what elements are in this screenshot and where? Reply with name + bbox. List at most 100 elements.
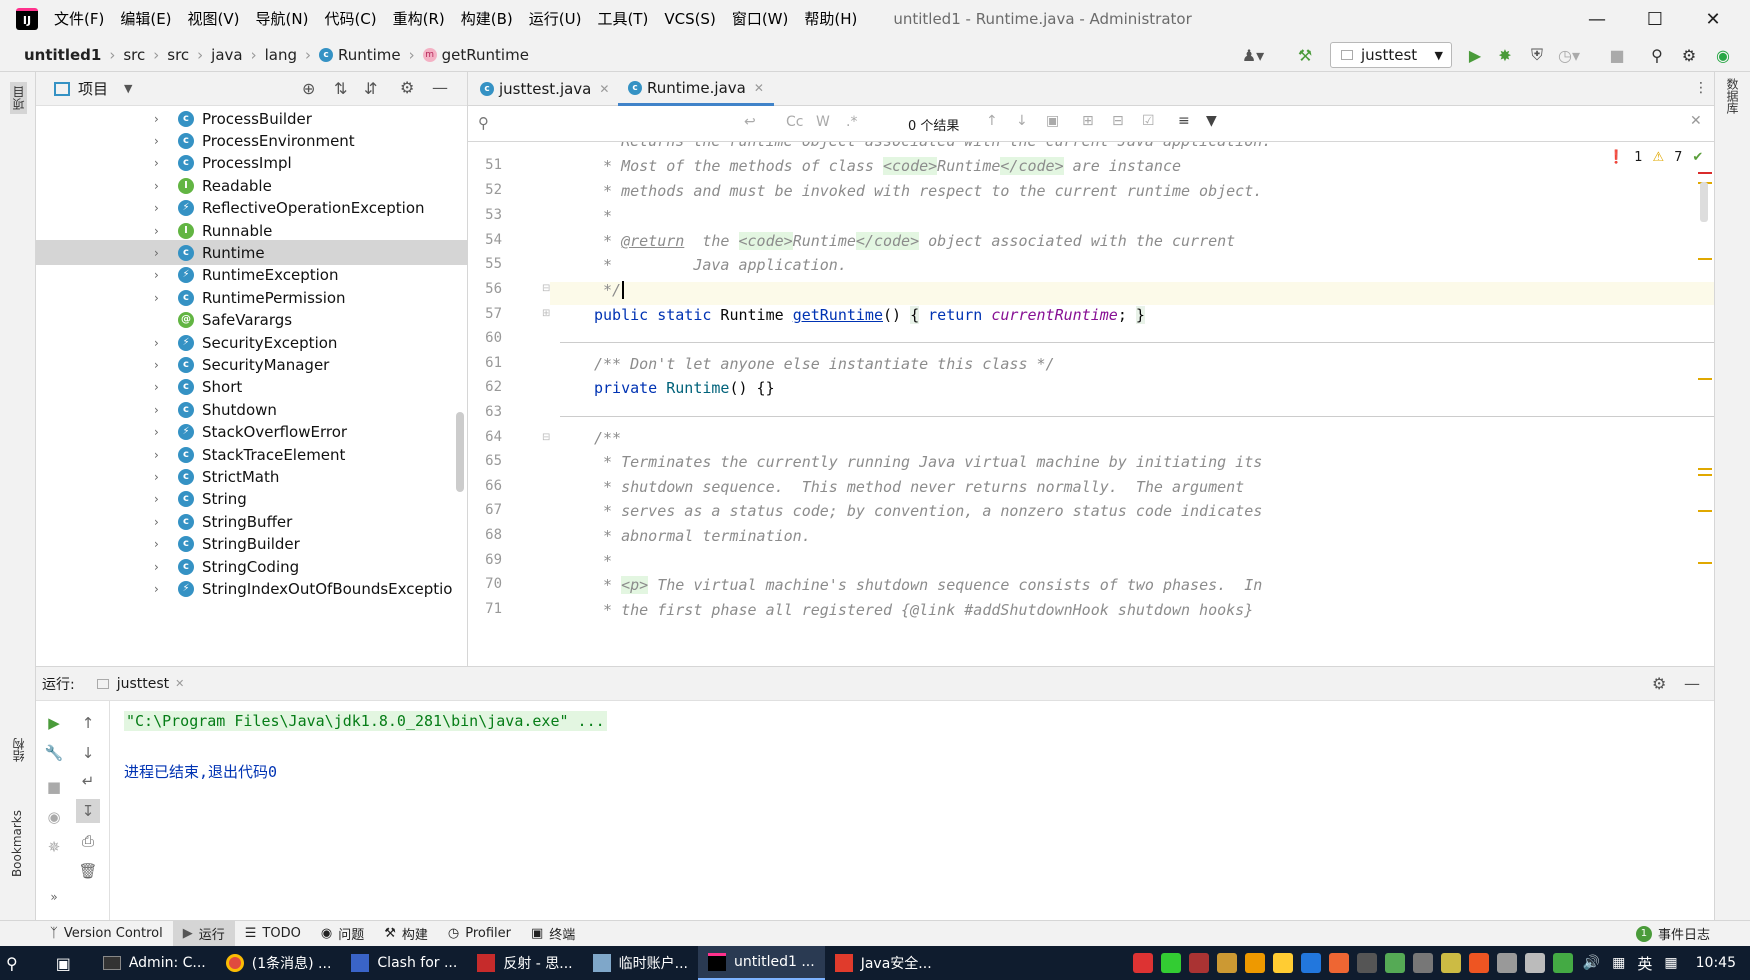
remove-occurrence-icon[interactable]: ⊟ [1112,113,1124,129]
structure-tool-tab[interactable]: 结构 [10,738,27,762]
trash-icon[interactable]: 🗑 [76,859,100,883]
todo-tab[interactable]: ☰ TODO [235,921,311,947]
chevron-right-icon[interactable]: › [154,470,168,484]
menu-item[interactable]: 代码(C) [316,0,384,38]
menu-item[interactable]: 窗口(W) [724,0,797,38]
chevron-right-icon[interactable]: › [154,582,168,596]
version-control-tab[interactable]: ᛉ Version Control [40,921,173,947]
taskbar-item-wps[interactable]: Java安全... [825,946,942,980]
tree-item[interactable]: › I Runnable [36,218,468,243]
menu-item[interactable]: 工具(T) [589,0,656,38]
tree-item[interactable]: › ⚡ RuntimeException [36,263,468,288]
menu-item[interactable]: 重构(R) [385,0,453,38]
chevron-right-icon[interactable]: › [154,358,168,372]
menu-item[interactable]: 导航(N) [248,0,317,38]
menu-item[interactable]: 编辑(E) [112,0,179,38]
stop-icon[interactable]: ■ [1604,42,1630,68]
find-input[interactable] [500,112,700,136]
select-all-icon[interactable]: ▣ [1046,113,1059,129]
breadcrumb-java[interactable]: java [211,46,242,64]
tree-item[interactable]: › ⚡ ReflectiveOperationException [36,196,468,221]
close-icon[interactable]: ✕ [175,677,184,690]
plugin-icon[interactable]: ◉ [1710,42,1736,68]
bottle-tray-icon[interactable] [1244,953,1265,973]
chevron-right-icon[interactable]: › [154,156,168,170]
error-mark[interactable] [1698,172,1712,174]
tree-item[interactable]: › c StrictMath [36,464,468,489]
options-gear-icon[interactable]: ⚙ [400,78,414,97]
tree-item[interactable]: › c StringCoding [36,554,468,579]
close-icon[interactable]: ✕ [599,82,609,96]
close-icon[interactable]: ✕ [754,81,764,95]
tree-item[interactable]: › c ProcessImpl [36,151,468,176]
chevron-right-icon[interactable]: › [154,336,168,350]
breadcrumb-project[interactable]: untitled1 [24,46,101,64]
build-hammer-icon[interactable]: ⚒ [1292,42,1318,68]
more-icon[interactable]: » [42,885,66,909]
chevron-right-icon[interactable]: › [154,515,168,529]
run-config-select[interactable]: justtest ▼ [1330,42,1452,68]
taskbar-item-clash[interactable]: Clash for ... [341,946,467,980]
breadcrumb-lang[interactable]: lang [265,46,297,64]
chevron-right-icon[interactable]: › [154,448,168,462]
app-tray-icon[interactable] [1188,953,1209,973]
arrow-down-icon[interactable]: ↓ [1016,113,1028,129]
minimize-button[interactable]: — [1568,0,1626,38]
search-icon[interactable]: ⚲ [1644,42,1670,68]
run-tab-justtest[interactable]: justtest ✕ [96,676,184,692]
chevron-right-icon[interactable]: › [154,112,168,126]
taskbar-item-chrome[interactable]: (1条消息) ... [216,946,342,980]
cat-tray-icon[interactable] [1216,953,1237,973]
chevron-right-icon[interactable]: › [154,537,168,551]
tree-item[interactable]: › ⚡ StringIndexOutOfBoundsExceptio [36,576,468,601]
ime-indicator[interactable]: 英 [1637,953,1652,974]
stop-icon[interactable]: ■ [42,775,66,799]
qq-tray-icon[interactable] [1272,953,1293,973]
tree-item[interactable]: › c StringBuffer [36,509,468,534]
chevron-right-icon[interactable]: › [154,560,168,574]
problems-tab[interactable]: ◉ 问题 [311,921,374,947]
volume-icon[interactable]: 🔊 [1583,955,1600,971]
breadcrumb-method[interactable]: m getRuntime [422,46,529,64]
select-all-occurrences-icon[interactable]: ☑ [1142,113,1155,129]
terminal-tab[interactable]: ▣ 终端 [521,921,585,947]
menu-item[interactable]: 构建(B) [453,0,521,38]
chevron-right-icon[interactable]: › [154,380,168,394]
menu-item[interactable]: 文件(F) [46,0,112,38]
breadcrumb-runtime[interactable]: c Runtime [318,46,401,64]
close-icon[interactable]: ✕ [1690,113,1702,129]
print-icon[interactable]: ⎙ [76,829,100,853]
debug-icon[interactable]: ✸ [1492,42,1518,68]
tab-justtest[interactable]: c justtest.java ✕ [470,72,619,106]
tree-item[interactable]: › c Short [36,375,468,400]
project-tool-tab[interactable]: 项目 [10,82,27,114]
tree-item[interactable]: › c SecurityManager [36,352,468,377]
arrow-up-icon[interactable]: ↑ [76,711,100,735]
network-icon[interactable]: ▦ [1612,955,1625,971]
editor-scrollbar[interactable] [1700,182,1708,222]
maximize-button[interactable]: ☐ [1626,0,1684,38]
collapse-all-icon[interactable]: ⇵ [364,79,377,98]
warning-mark[interactable] [1698,258,1712,260]
clock[interactable]: 10:45 [1696,955,1736,971]
run-tab[interactable]: ▶ 运行 [172,920,235,947]
tree-item[interactable]: › I Readable [36,173,468,198]
event-log-tab[interactable]: 1 事件日志 [1626,921,1720,947]
warning-mark[interactable] [1698,378,1712,380]
dump-threads-icon[interactable]: ✵ [42,835,66,859]
soft-wrap-icon[interactable]: ↵ [76,769,100,793]
keyboard-icon[interactable]: ▦ [1664,955,1677,971]
chevron-right-icon[interactable]: › [154,425,168,439]
tree-item[interactable]: › c StringBuilder [36,532,468,557]
breadcrumb-src2[interactable]: src [167,46,189,64]
chevron-right-icon[interactable]: › [154,268,168,282]
run-icon[interactable]: ▶ [1462,42,1488,68]
warning-mark[interactable] [1698,562,1712,564]
more-tabs-icon[interactable]: ⋮ [1694,80,1708,96]
rerun-icon[interactable]: ▶ [42,711,66,735]
database-tool-tab[interactable]: 数据库 [1724,78,1741,114]
folder-tray-icon[interactable] [1440,953,1461,973]
locate-icon[interactable]: ⊕ [302,79,315,98]
menu-item[interactable]: 运行(U) [521,0,590,38]
wrench-icon[interactable]: 🔧 [42,741,66,765]
